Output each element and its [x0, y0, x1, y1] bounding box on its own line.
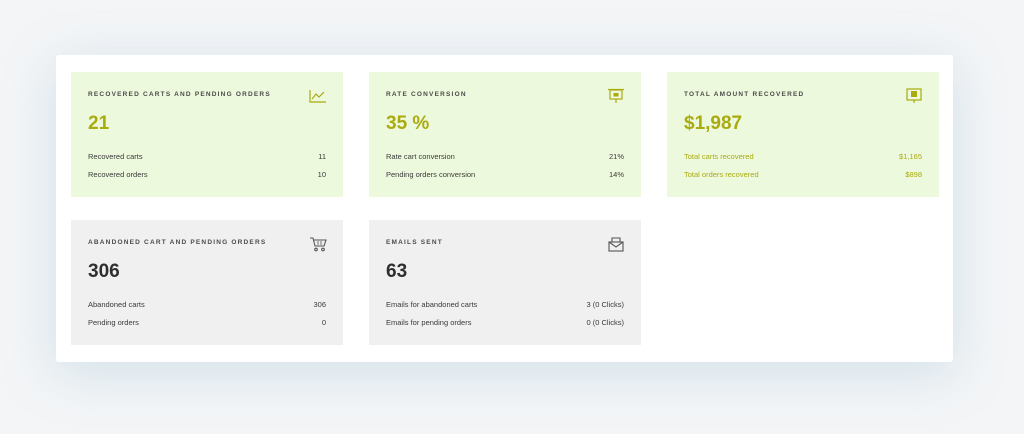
card-value: 63	[386, 261, 408, 282]
stat-label: Abandoned carts	[88, 300, 145, 309]
stat-label: Total orders recovered	[684, 170, 759, 179]
stat-label: Recovered orders	[88, 170, 148, 179]
stat-value: 0 (0 Clicks)	[586, 318, 624, 327]
presentation-board-icon	[608, 88, 624, 103]
card-value: 306	[88, 261, 120, 282]
card-title: RECOVERED CARTS AND PENDING ORDERS	[88, 91, 271, 98]
stat-value: 14%	[608, 170, 624, 179]
stat-label: Total carts recovered	[684, 152, 754, 161]
stat-row: Recovered carts 11	[88, 152, 326, 164]
envelope-icon	[608, 237, 624, 252]
stat-value: $1,165	[899, 152, 922, 161]
stat-value: 10	[317, 170, 326, 179]
rate-conversion-card: RATE CONVERSION 35 % Rate cart conversio…	[369, 72, 641, 197]
stat-row: Total carts recovered $1,165	[684, 152, 922, 164]
stat-value: 0	[321, 318, 326, 327]
shopping-cart-icon	[310, 237, 327, 252]
total-amount-recovered-card: TOTAL AMOUNT RECOVERED $1,987 Total cart…	[667, 72, 939, 197]
stat-label: Emails for pending orders	[386, 318, 472, 327]
card-title: TOTAL AMOUNT RECOVERED	[684, 91, 805, 98]
recovered-carts-card: RECOVERED CARTS AND PENDING ORDERS 21 Re…	[71, 72, 343, 197]
stat-value: 306	[313, 300, 326, 309]
line-chart-icon	[309, 90, 326, 103]
stat-row: Emails for abandoned carts 3 (0 Clicks)	[386, 300, 624, 312]
stat-row: Recovered orders 10	[88, 170, 326, 182]
stat-label: Emails for abandoned carts	[386, 300, 478, 309]
stat-value: 11	[318, 152, 326, 161]
card-title: EMAILS SENT	[386, 239, 443, 246]
stat-row: Abandoned carts 306	[88, 300, 326, 312]
stat-value: 21%	[608, 152, 624, 161]
card-title: RATE CONVERSION	[386, 91, 467, 98]
stat-row: Rate cart conversion 21%	[386, 152, 624, 164]
money-bill-icon	[906, 88, 922, 103]
stat-label: Pending orders	[88, 318, 139, 327]
emails-sent-card: EMAILS SENT 63 Emails for abandoned cart…	[369, 220, 641, 345]
card-value: $1,987	[684, 113, 743, 134]
stat-row: Emails for pending orders 0 (0 Clicks)	[386, 318, 624, 330]
abandoned-cart-card: ABANDONED CART AND PENDING ORDERS 306 Ab…	[71, 220, 343, 345]
card-title: ABANDONED CART AND PENDING ORDERS	[88, 239, 267, 246]
card-value: 21	[88, 113, 110, 134]
stat-label: Rate cart conversion	[386, 152, 455, 161]
stat-value: $898	[905, 170, 922, 179]
stat-value: 3 (0 Clicks)	[586, 300, 624, 309]
stat-label: Pending orders conversion	[386, 170, 476, 179]
card-value: 35 %	[386, 113, 430, 134]
stat-row: Total orders recovered $898	[684, 170, 922, 182]
dashboard-panel: RECOVERED CARTS AND PENDING ORDERS 21 Re…	[56, 55, 953, 362]
stat-row: Pending orders 0	[88, 318, 326, 330]
stat-label: Recovered carts	[88, 152, 143, 161]
stat-row: Pending orders conversion 14%	[386, 170, 624, 182]
